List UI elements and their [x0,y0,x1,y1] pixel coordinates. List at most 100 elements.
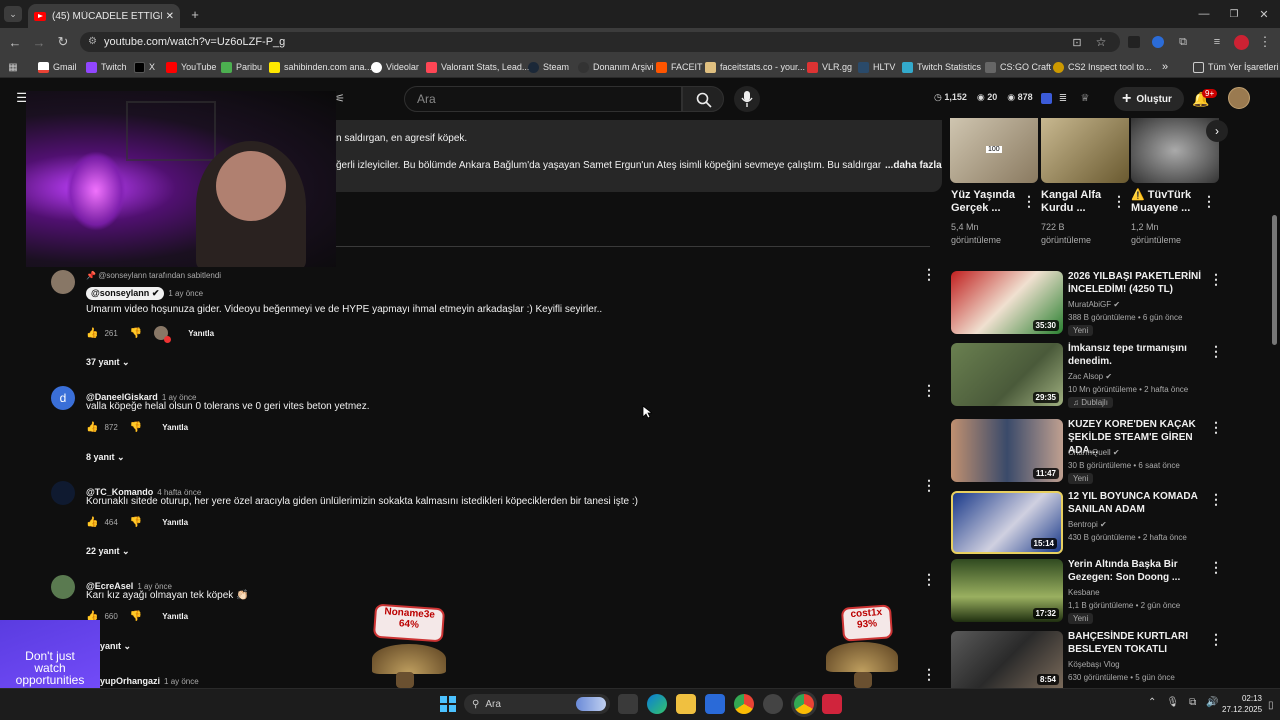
video-thumbnail[interactable]: 35:30 [951,271,1063,334]
volume-icon[interactable]: 🔊 [1206,697,1218,708]
windows-start-icon[interactable] [440,696,456,712]
edge-icon[interactable] [647,694,667,714]
video-title[interactable]: 12 YIL BOYUNCA KOMADA SANILAN ADAM [1068,490,1208,516]
short-title[interactable]: Kangal Alfa Kurdu ... [1041,189,1111,215]
like-icon[interactable]: 👍 [86,328,98,339]
dislike-icon[interactable]: 👎 [130,328,142,339]
dislike-icon[interactable]: 👎 [130,517,142,528]
comment-menu-icon[interactable]: ⋮ [922,266,936,283]
bookmark-x[interactable]: X [134,56,155,78]
minimize-icon[interactable]: — [1196,6,1212,22]
network-icon[interactable]: ⧉ [1189,697,1196,708]
replies-toggle[interactable]: 37 yanıt ⌄ [86,357,130,368]
dislike-icon[interactable]: 👎 [130,611,142,622]
media-control-icon[interactable]: ≡ [1210,35,1224,49]
comment-avatar[interactable]: d [51,386,75,410]
create-button[interactable]: + Oluştur [1114,87,1184,111]
bookmark-twitch-stats[interactable]: Twitch Statistics [902,56,981,78]
taskbar-search[interactable]: ⚲ Ara [464,694,610,714]
replies-toggle[interactable]: yanıt ⌄ [100,641,131,652]
new-tab-icon[interactable]: + [186,6,204,22]
bookmark-videolar[interactable]: Videolar [371,56,419,78]
comment-menu-icon[interactable]: ⋮ [922,382,936,399]
video-channel[interactable]: Zac Alsop ✔ [1068,370,1112,383]
comment-menu-icon[interactable]: ⋮ [922,477,936,494]
comment-avatar[interactable] [51,481,75,505]
list-icon[interactable]: ≣ [1056,91,1070,105]
comment-avatar[interactable] [51,575,75,599]
short-title[interactable]: Yüz Yaşında Gerçek ... [951,189,1021,215]
site-info-icon[interactable]: ⚙ [88,36,97,47]
video-title[interactable]: 2026 YILBAŞI PAKETLERİNİ İNCELEDİM! (425… [1068,270,1208,296]
video-channel[interactable]: Kesbane [1068,586,1100,599]
comment-avatar[interactable] [51,270,75,294]
short-thumbnail[interactable] [1041,118,1129,183]
all-bookmarks[interactable]: Tüm Yer İşaretleri [1193,56,1279,78]
bookmark-cs2-inspect[interactable]: CS2 Inspect tool to... [1053,56,1152,78]
apps-grid-icon[interactable]: ▦ [6,60,20,74]
like-icon[interactable]: 👍 [86,422,98,433]
replies-toggle[interactable]: 22 yanıt ⌄ [86,546,130,557]
reply-button[interactable]: Yanıtla [162,612,188,621]
shorts-next-icon[interactable]: › [1206,120,1228,142]
file-explorer-icon[interactable] [676,694,696,714]
bookmark-star-icon[interactable]: ☆ [1094,35,1108,49]
video-channel[interactable]: CharmQuell ✔ [1068,446,1120,459]
more-bookmarks-icon[interactable]: » [1162,56,1168,78]
voice-search-button[interactable] [734,86,760,112]
video-title[interactable]: BAHÇESİNDE KURTLARI BESLEYEN TOKATLI [1068,630,1208,656]
video-thumbnail[interactable]: 11:47 [951,419,1063,482]
extensions-puzzle-icon[interactable]: ⧉ [1176,35,1190,49]
video-thumbnail[interactable]: 29:35 [951,343,1063,406]
mail-icon[interactable] [705,694,725,714]
back-icon[interactable]: ← [6,33,24,51]
video-title[interactable]: İmkansız tepe tırmanışını denedim. [1068,342,1208,368]
extension-icon[interactable] [1128,36,1140,48]
bookmark-hltv[interactable]: HLTV [858,56,895,78]
show-more-link[interactable]: ...daha fazla [881,160,942,171]
account-avatar[interactable] [1228,87,1250,109]
tab-search-icon[interactable]: ⌄ [4,6,22,22]
video-menu-icon[interactable]: ⋮ [1209,343,1223,360]
tray-overflow-icon[interactable]: ⌃ [1148,697,1156,708]
bookmark-csgo-craft[interactable]: CS:GO Craft [985,56,1051,78]
bookmark-youtube[interactable]: YouTube [166,56,216,78]
maximize-icon[interactable]: ❐ [1226,6,1242,22]
short-menu-icon[interactable]: ⋮ [1022,193,1036,210]
close-window-icon[interactable]: ✕ [1256,6,1272,22]
reload-icon[interactable]: ↻ [54,33,72,51]
bookmark-gmail[interactable]: Gmail [38,56,77,78]
video-title[interactable]: Yerin Altında Başka Bir Gezegen: Son Doo… [1068,558,1208,584]
video-menu-icon[interactable]: ⋮ [1209,631,1223,648]
comment-author[interactable]: yupOrhangazi [100,676,160,686]
address-bar[interactable]: ⚙ youtube.com/watch?v=Uz6oLZF-P_g [80,32,1120,52]
video-thumbnail[interactable]: 8:54 [951,631,1063,688]
short-thumbnail[interactable]: 100 [950,118,1038,183]
install-app-icon[interactable]: ⊡ [1070,35,1084,49]
bookmark-faceit[interactable]: FACEIT [656,56,703,78]
like-icon[interactable]: 👍 [86,517,98,528]
video-thumbnail[interactable]: 15:14 [951,491,1063,554]
search-input[interactable]: Ara [404,86,682,112]
bookmark-faceitstats[interactable]: faceitstats.co - your... [705,56,805,78]
app-icon[interactable] [822,694,842,714]
short-title[interactable]: ⚠️ TüvTürk Muayene ... [1131,189,1203,215]
trophy-icon[interactable]: ♕ [1078,91,1092,105]
reply-button[interactable]: Yanıtla [188,329,214,338]
short-menu-icon[interactable]: ⋮ [1112,193,1126,210]
notification-center-icon[interactable]: ▯ [1268,700,1274,711]
clock[interactable]: 02:13 27.12.2025 [1222,693,1262,715]
bookmark-valorant[interactable]: Valorant Stats, Lead... [426,56,529,78]
video-menu-icon[interactable]: ⋮ [1209,419,1223,436]
dislike-icon[interactable]: 👎 [130,422,142,433]
task-view-icon[interactable] [618,694,638,714]
bookmark-paribu[interactable]: Paribu [221,56,262,78]
short-menu-icon[interactable]: ⋮ [1202,193,1216,210]
extension-icon[interactable] [1152,36,1164,48]
extension-badge-icon[interactable] [1041,93,1052,104]
browser-menu-icon[interactable]: ⋮ [1258,34,1272,49]
obs-icon[interactable] [763,694,783,714]
comment-menu-icon[interactable]: ⋮ [922,571,936,588]
forward-icon[interactable]: → [30,33,48,51]
comment-menu-icon[interactable]: ⋮ [922,666,936,683]
